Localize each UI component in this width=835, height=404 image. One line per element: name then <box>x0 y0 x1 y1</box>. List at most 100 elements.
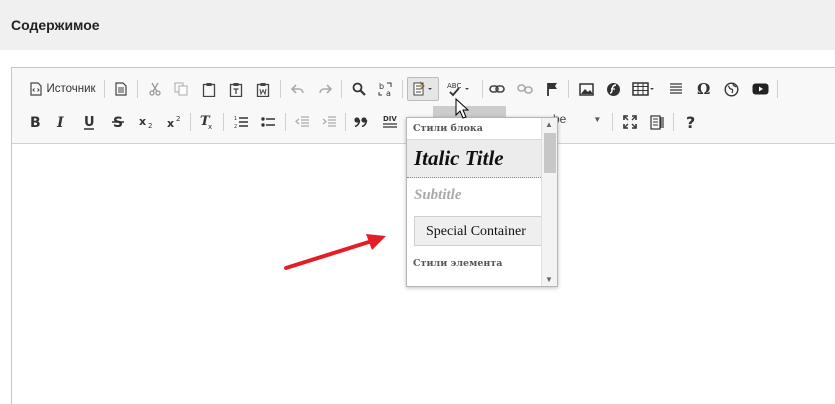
source-button[interactable]: Источник <box>26 78 100 100</box>
cut-button[interactable] <box>145 78 165 100</box>
superscript-icon: x2 <box>167 115 180 129</box>
cut-icon <box>149 82 161 96</box>
style-option-subtitle[interactable]: Subtitle <box>407 178 541 212</box>
scroll-thumb[interactable] <box>544 133 556 173</box>
indent-button[interactable] <box>319 111 339 133</box>
template-button[interactable] <box>111 78 131 100</box>
iframe-button[interactable] <box>721 78 741 100</box>
svg-text:x: x <box>139 115 146 128</box>
italic-button[interactable]: I <box>51 111 71 133</box>
anchor-button[interactable] <box>542 78 562 100</box>
paste-text-button[interactable] <box>226 78 246 100</box>
styles-button[interactable] <box>407 77 439 101</box>
table-button[interactable] <box>629 78 659 100</box>
iframe-icon <box>723 81 739 97</box>
youtube-button[interactable] <box>749 78 771 100</box>
link-button[interactable] <box>487 78 507 100</box>
remove-format-icon: Tx <box>200 114 212 130</box>
redo-button[interactable] <box>315 78 335 100</box>
svg-text:B: B <box>30 115 41 129</box>
svg-text:DIV: DIV <box>383 115 397 123</box>
image-button[interactable] <box>576 78 596 100</box>
unlink-icon <box>517 84 533 94</box>
div-icon: DIV <box>383 115 397 128</box>
paste-button[interactable] <box>199 78 219 100</box>
styles-combo-highlight <box>433 106 506 117</box>
mouse-cursor-icon <box>455 98 469 119</box>
flash-button[interactable] <box>603 78 623 100</box>
svg-text:?: ? <box>686 115 695 130</box>
bold-button[interactable]: B <box>25 111 45 133</box>
toolbar-separator <box>280 80 281 98</box>
source-icon <box>30 82 43 96</box>
format-combo[interactable]: be ▼ <box>553 108 601 130</box>
find-button[interactable] <box>349 78 369 100</box>
div-button[interactable]: DIV <box>379 111 401 133</box>
indent-icon <box>322 116 336 127</box>
spellcheck-button[interactable]: ABC <box>446 78 474 100</box>
red-pointer-arrow-icon <box>284 234 386 270</box>
superscript-button[interactable]: x2 <box>164 111 184 133</box>
styles-dropdown-panel: Стили блока Italic Title Subtitle Specia… <box>406 117 558 287</box>
remove-format-button[interactable]: Tx <box>197 111 217 133</box>
block-styles-heading: Стили блока <box>407 118 541 140</box>
numbered-list-button[interactable]: 12 <box>231 111 251 133</box>
style-option-special-container[interactable]: Special Container <box>407 212 541 254</box>
element-styles-heading: Стили элемента <box>413 258 503 269</box>
svg-text:x: x <box>167 117 174 129</box>
underline-button[interactable]: U <box>79 111 99 133</box>
svg-text:2: 2 <box>148 122 152 129</box>
svg-text:I: I <box>56 115 64 129</box>
toolbar-separator <box>104 80 105 98</box>
outdent-button[interactable] <box>292 111 312 133</box>
paste-word-button[interactable] <box>253 78 273 100</box>
help-button[interactable]: ? <box>681 111 701 133</box>
subscript-icon: x2 <box>139 115 152 129</box>
toolbar-separator <box>285 113 286 131</box>
arrow-shaft <box>284 239 374 270</box>
paste-icon <box>202 82 216 97</box>
svg-text:1: 1 <box>234 116 237 122</box>
show-blocks-icon <box>650 114 664 130</box>
special-char-button[interactable]: Ω <box>694 78 714 100</box>
maximize-button[interactable] <box>620 111 640 133</box>
replace-button[interactable]: ba <box>376 78 396 100</box>
arrow-head <box>366 234 386 250</box>
show-blocks-button[interactable] <box>647 111 667 133</box>
style-option-italic-title[interactable]: Italic Title <box>407 140 541 178</box>
svg-text:b: b <box>379 82 384 91</box>
scroll-up-icon[interactable]: ▲ <box>545 120 553 129</box>
replace-icon: ba <box>378 82 392 97</box>
toolbar-separator <box>777 80 778 98</box>
styles-icon <box>413 81 432 96</box>
undo-button[interactable] <box>288 78 308 100</box>
toolbar-separator <box>223 113 224 131</box>
help-icon: ? <box>686 115 695 130</box>
spellcheck-icon: ABC <box>447 82 469 97</box>
copy-button[interactable] <box>171 78 191 100</box>
horizontal-rule-icon <box>670 83 682 94</box>
special-char-icon: Ω <box>697 82 710 96</box>
bulleted-list-button[interactable] <box>258 111 278 133</box>
maximize-icon <box>623 115 637 129</box>
flash-icon <box>606 82 620 96</box>
scroll-down-icon[interactable]: ▼ <box>545 275 553 284</box>
italic-icon: I <box>56 115 64 129</box>
copy-icon <box>174 82 188 96</box>
toolbar-separator <box>612 113 613 131</box>
style-option-special-container-label: Special Container <box>414 216 541 246</box>
subscript-button[interactable]: x2 <box>136 111 156 133</box>
unlink-button[interactable] <box>515 78 535 100</box>
svg-text:2: 2 <box>234 124 237 129</box>
redo-icon <box>319 84 332 94</box>
strike-button[interactable]: S <box>108 111 128 133</box>
bulleted-list-icon <box>261 117 275 127</box>
horizontal-rule-button[interactable] <box>666 78 686 100</box>
page-header: Содержимое <box>0 0 835 50</box>
svg-text:x: x <box>208 123 212 130</box>
dropdown-scrollbar[interactable]: ▲ ▼ <box>541 118 557 286</box>
outdent-icon <box>295 116 309 127</box>
toolbar-separator <box>341 80 342 98</box>
page-title: Содержимое <box>11 17 100 33</box>
blockquote-button[interactable] <box>351 111 371 133</box>
